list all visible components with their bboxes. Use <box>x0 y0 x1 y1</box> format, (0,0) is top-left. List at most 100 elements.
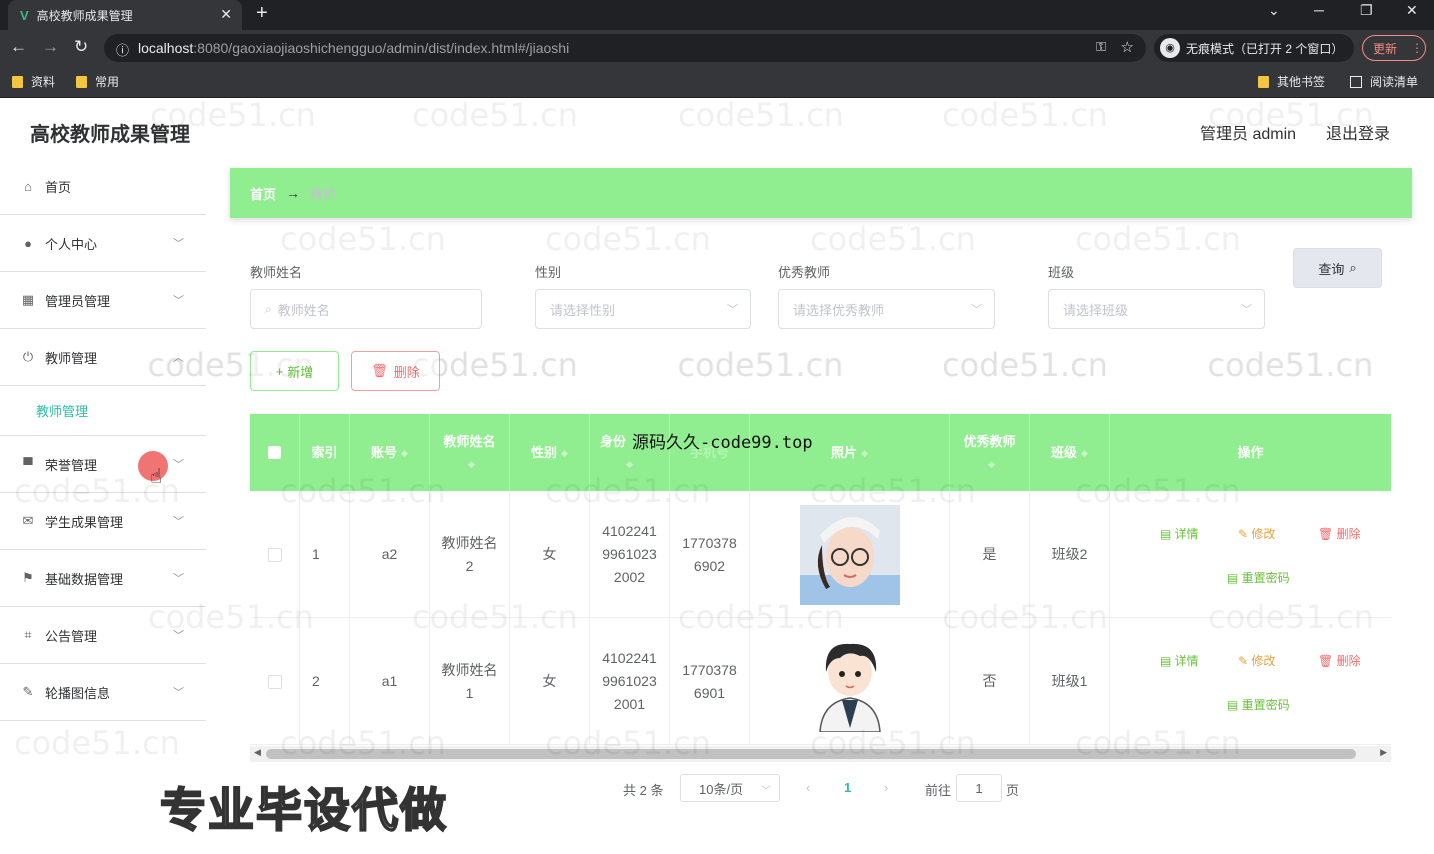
sidebar-item-profile[interactable]: ● 个人中心 ﹀ <box>0 215 206 272</box>
chevron-down-icon: ﹀ <box>971 304 982 316</box>
delete-button[interactable]: 🗑 删除 <box>351 351 440 391</box>
breadcrumb-home[interactable]: 首页 <box>250 184 276 203</box>
chevron-down-icon: ﹀ <box>173 459 184 471</box>
watermark: code51.cn <box>14 724 180 762</box>
flag-icon: ⚑ <box>22 570 34 585</box>
row-checkbox-cell[interactable] <box>250 618 300 745</box>
row-delete-button[interactable]: 🗑 删除 <box>1318 523 1361 546</box>
sidebar-item-student-results[interactable]: ✉ 学生成果管理 ﹀ <box>0 493 206 550</box>
sort-icon[interactable]: ◆ <box>401 442 408 464</box>
incognito-badge[interactable]: ◉ 无痕模式（已打开 2 个窗口） <box>1154 34 1354 62</box>
watermark: code51.cn <box>678 98 844 134</box>
reset-password-button[interactable]: ▤ 重置密码 <box>1227 567 1290 590</box>
sidebar-item-admins[interactable]: ▦ 管理员管理 ﹀ <box>0 272 206 329</box>
sidebar-item-carousel[interactable]: ✎ 轮播图信息 ﹀ <box>0 664 206 721</box>
add-button[interactable]: + 新增 <box>250 351 339 391</box>
col-gender[interactable]: 性别 ◆ <box>510 414 590 491</box>
window-close-icon[interactable]: ✕ <box>1406 2 1418 19</box>
close-icon[interactable]: ✕ <box>220 6 232 23</box>
gender-select[interactable]: 请选择性别 ﹀ <box>535 289 751 329</box>
reset-password-button[interactable]: ▤ 重置密码 <box>1227 694 1290 717</box>
current-user: 管理员 admin <box>1200 126 1297 143</box>
teacher-photo-woman[interactable] <box>799 504 900 605</box>
col-class[interactable]: 班级 ◆ <box>1030 414 1110 491</box>
sort-icon[interactable]: ◆ <box>626 453 633 475</box>
url-field[interactable]: ⓘ localhost:8080/gaoxiaojiaoshichengguo/… <box>104 34 1146 62</box>
minimize-icon[interactable]: ─ <box>1314 2 1324 18</box>
query-button[interactable]: 查询 ⌕ <box>1293 248 1382 288</box>
cell-id-card: 410224199610232002 <box>590 491 670 618</box>
horizontal-scrollbar[interactable]: ◀ ▶ <box>250 746 1391 762</box>
sort-icon[interactable]: ◆ <box>468 453 475 475</box>
detail-button[interactable]: ▤ 详情 <box>1160 650 1199 673</box>
scroll-right-icon[interactable]: ▶ <box>1380 747 1387 758</box>
info-icon[interactable]: ⓘ <box>116 40 129 59</box>
watermark: code51.cn <box>1075 220 1241 258</box>
sidebar-item-notices[interactable]: ⌗ 公告管理 ﹀ <box>0 607 206 664</box>
key-icon[interactable]: ⚿ <box>1096 39 1106 55</box>
prev-page-icon[interactable]: ‹ <box>806 780 810 795</box>
ad-watermark: 专业毕设代做 <box>159 783 448 837</box>
sort-icon[interactable]: ◆ <box>1081 442 1088 464</box>
teacher-name-input[interactable]: ⌕ 教师姓名 <box>250 289 482 329</box>
bookmark-other[interactable]: 其他书签 <box>1258 73 1325 90</box>
main-content: code51.cn code51.cn code51.cn code51.cn … <box>147 220 1412 824</box>
sort-icon[interactable]: ◆ <box>988 453 995 475</box>
row-checkbox-cell[interactable] <box>250 491 300 618</box>
back-icon[interactable]: ← <box>10 37 27 57</box>
new-tab-icon[interactable]: + <box>256 2 268 25</box>
cell-class: 班级1 <box>1030 618 1110 745</box>
chevron-down-icon: ﹀ <box>173 238 184 250</box>
reading-list[interactable]: 阅读清单 <box>1350 73 1418 90</box>
grid-icon: ▦ <box>21 292 35 307</box>
col-excellent[interactable]: 优秀教师 ◆ <box>950 414 1030 491</box>
col-account[interactable]: 账号 ◆ <box>350 414 430 491</box>
edit-button[interactable]: ✎ 修改 <box>1238 650 1275 673</box>
row-checkbox[interactable] <box>267 674 282 689</box>
restore-icon[interactable]: ❐ <box>1360 2 1373 19</box>
next-page-icon[interactable]: › <box>884 780 888 795</box>
scrollbar-thumb[interactable] <box>266 749 1356 759</box>
forward-icon[interactable]: → <box>42 37 59 57</box>
class-select[interactable]: 请选择班级 ﹀ <box>1048 289 1265 329</box>
row-checkbox[interactable] <box>267 547 282 562</box>
teacher-photo-cartoon[interactable] <box>799 631 900 732</box>
tab-search-icon[interactable]: ⌄ <box>1268 2 1280 19</box>
pointer-cursor-icon: ☝ <box>150 466 163 488</box>
sidebar-item-teachers[interactable]: ⏻ 教师管理 ︿ <box>0 329 206 386</box>
bookmark-changyong[interactable]: 常用 <box>76 73 119 90</box>
cell-photo <box>750 618 950 745</box>
select-all-checkbox-cell[interactable] <box>250 414 300 491</box>
goto-page-input[interactable]: 1 <box>956 774 1002 802</box>
col-index[interactable]: 索引 <box>300 414 350 491</box>
col-teacher-name[interactable]: 教师姓名 ◆ <box>430 414 510 491</box>
page-size-select[interactable]: 10条/页 ﹀ <box>680 774 780 802</box>
logout-link[interactable]: 退出登录 <box>1326 120 1390 144</box>
filter-class-label: 班级 <box>1048 265 1075 280</box>
detail-button[interactable]: ▤ 详情 <box>1160 523 1199 546</box>
row-delete-button[interactable]: 🗑 删除 <box>1318 650 1361 673</box>
reload-icon[interactable]: ↻ <box>74 37 88 57</box>
edit-button[interactable]: ✎ 修改 <box>1238 523 1275 546</box>
excellent-select[interactable]: 请选择优秀教师 ﹀ <box>778 289 995 329</box>
incognito-icon: ◉ <box>1160 38 1180 58</box>
address-bar-row: ← → ↻ ⓘ localhost:8080/gaoxiaojiaoshiche… <box>0 30 1434 66</box>
star-icon[interactable]: ☆ <box>1121 38 1134 56</box>
select-all-checkbox[interactable] <box>268 446 281 459</box>
search-icon: ⌕ <box>265 301 272 316</box>
sort-icon[interactable]: ◆ <box>861 442 868 464</box>
sidebar-item-home[interactable]: ⌂ 首页 <box>0 158 206 215</box>
cell-gender: 女 <box>510 618 590 745</box>
sort-icon[interactable]: ◆ <box>561 442 568 464</box>
chevron-down-icon: ﹀ <box>173 295 184 307</box>
sidebar-subitem-teacher-manage[interactable]: 教师管理 <box>0 386 206 436</box>
cell-actions: ▤ 详情 ✎ 修改 🗑 删除 ▤ 重置密码 <box>1110 618 1391 745</box>
update-button[interactable]: 更新 ⋮ <box>1362 35 1426 61</box>
browser-tab[interactable]: V 高校教师成果管理 ✕ <box>8 0 242 30</box>
scroll-left-icon[interactable]: ◀ <box>254 747 261 758</box>
app-page: code51.cn code51.cn code51.cn code51.cn … <box>0 98 1434 854</box>
page-number[interactable]: 1 <box>844 780 851 795</box>
sidebar-item-base-data[interactable]: ⚑ 基础数据管理 ﹀ <box>0 550 206 607</box>
bookmark-ziliao[interactable]: 资料 <box>12 73 55 90</box>
sidebar-item-honors[interactable]: ▀ 荣誉管理 ﹀ <box>0 436 206 493</box>
